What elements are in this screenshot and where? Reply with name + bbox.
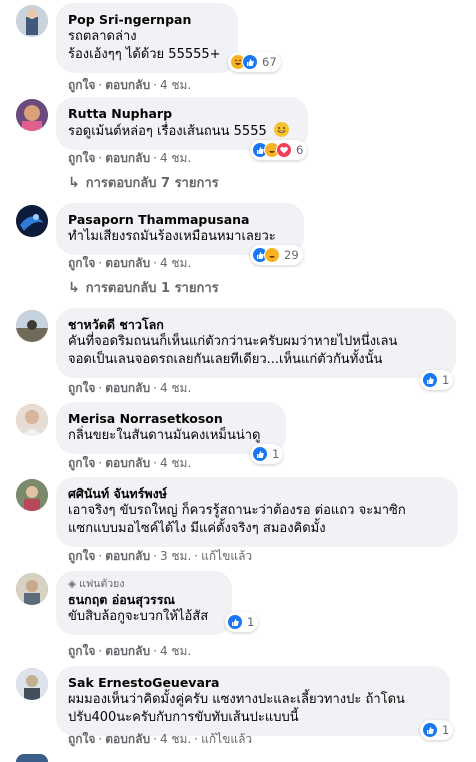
like-button[interactable]: ถูกใจ <box>68 456 95 470</box>
view-replies-link[interactable]: ↳ การตอบกลับ 1 รายการ <box>68 279 219 298</box>
reply-button[interactable]: ตอบกลับ <box>105 549 150 563</box>
comment-bubble: ศศินันท์ จันทร์พงษ์ เอาจริงๆ ขับรถใหญ่ ก… <box>56 477 458 547</box>
comment-actions: ถูกใจ · ตอบกลับ · 4 ชม. <box>68 381 192 395</box>
view-replies-link[interactable]: ↳ การตอบกลับ 7 รายการ <box>68 174 219 193</box>
avatar[interactable] <box>16 404 48 436</box>
reaction-count: 1 <box>442 723 450 737</box>
like-button[interactable]: ถูกใจ <box>68 151 95 165</box>
reply-button[interactable]: ตอบกลับ <box>105 381 150 395</box>
comment-author[interactable]: Sak ErnestoGeuevara <box>68 674 438 691</box>
like-button[interactable]: ถูกใจ <box>68 549 95 563</box>
like-button[interactable]: ถูกใจ <box>68 732 95 746</box>
comment-author[interactable]: Rutta Nupharp <box>68 105 296 122</box>
reply-button[interactable]: ตอบกลับ <box>105 644 150 658</box>
comment-author[interactable]: ศศินันท์ จันทร์พงษ์ <box>68 485 446 502</box>
comment-text-line: เอาจริงๆ ขับรถใหญ่ ก็ควรรู้สถานะว่าต้องร… <box>68 503 406 518</box>
reaction-count: 1 <box>272 447 280 461</box>
comment-text-line: ผมมองเห็นว่าคิดมั้งคู่ครับ แซงทางปะและเล… <box>68 692 405 707</box>
comment-text-line: จอดเป็นเลนจอดรถเลยกันเลยทีเดียว...เห็นแก… <box>68 352 383 367</box>
timestamp[interactable]: 4 ชม. <box>160 256 191 270</box>
timestamp[interactable]: 4 ชม. <box>160 644 191 658</box>
avatar[interactable] <box>16 5 48 37</box>
reaction-count: 67 <box>262 55 277 69</box>
like-icon <box>422 372 438 388</box>
avatar[interactable] <box>16 99 48 131</box>
comment-actions: ถูกใจ · ตอบกลับ · 4 ชม. · แก้ไขแล้ว <box>68 732 253 746</box>
reply-button[interactable]: ตอบกลับ <box>105 151 150 165</box>
timestamp[interactable]: 4 ชม. <box>160 732 191 746</box>
reaction-summary[interactable]: 67 <box>228 52 281 72</box>
reaction-summary[interactable]: 1 <box>250 444 284 464</box>
diamond-icon: ◈ <box>68 578 77 590</box>
comment-bubble: Pop Sri-ngernpan รถตลาดล่าง ร้องเอ้งๆๆ ไ… <box>56 3 238 73</box>
like-button[interactable]: ถูกใจ <box>68 256 95 270</box>
comment-bubble: Merisa Norrasetkoson กลิ่นขยะในสันดานมัน… <box>56 402 286 454</box>
avatar[interactable] <box>16 205 48 237</box>
like-icon <box>242 54 258 70</box>
timestamp[interactable]: 4 ชม. <box>160 381 191 395</box>
comment-text-line: กลิ่นขยะในสันดานมันคงเหม็นน่าดู <box>68 428 261 443</box>
comment-text-line: ขับสิบล้อกูจะบวกให้ไอ้สัส <box>68 609 209 624</box>
love-icon <box>276 142 292 158</box>
edited-label[interactable]: แก้ไขแล้ว <box>201 549 252 563</box>
reaction-summary[interactable]: 6 <box>250 140 308 160</box>
comment-actions: ถูกใจ · ตอบกลับ · 3 ชม. · แก้ไขแล้ว <box>68 549 253 563</box>
edited-label[interactable]: แก้ไขแล้ว <box>201 732 252 746</box>
like-icon <box>422 722 438 738</box>
like-icon <box>252 446 268 462</box>
reply-button[interactable]: ตอบกลับ <box>105 78 150 92</box>
like-button[interactable]: ถูกใจ <box>68 644 95 658</box>
comment-author[interactable]: Merisa Norrasetkoson <box>68 410 274 427</box>
avatar[interactable] <box>16 573 48 605</box>
reaction-summary[interactable]: 29 <box>250 245 303 265</box>
comment-actions: ถูกใจ · ตอบกลับ · 4 ชม. <box>68 644 192 658</box>
reaction-summary[interactable]: 1 <box>420 370 454 390</box>
avatar[interactable] <box>16 479 48 511</box>
like-button[interactable]: ถูกใจ <box>68 78 95 92</box>
timestamp[interactable]: 4 ชม. <box>160 78 191 92</box>
comment-author[interactable]: Pasaporn Thammapusana <box>68 211 292 228</box>
haha-icon <box>264 247 280 263</box>
like-button[interactable]: ถูกใจ <box>68 381 95 395</box>
timestamp[interactable]: 4 ชม. <box>160 151 191 165</box>
reply-arrow-icon: ↳ <box>68 175 80 191</box>
comment-text-line: คันที่จอดริมถนนก็เห็นแก่ตัวกว่านะครับผมว… <box>68 334 398 349</box>
comment-author[interactable]: ธนกฤต อ่อนสุวรรณ <box>68 591 220 608</box>
comment-text-line: ทำไมเสียงรถมันร้องเหมือนหมาเลยวะ <box>68 229 276 244</box>
like-icon <box>227 614 243 630</box>
reply-button[interactable]: ตอบกลับ <box>105 456 150 470</box>
comment-text-line: ร้องเอ้งๆๆ ได้ด้วย 55555+ <box>68 47 221 62</box>
comment-text-line: แซกแบบมอไซค์ได้ไง มีแค่ตั้งจริงๆ สมองคิด… <box>68 521 326 536</box>
reaction-summary[interactable]: 1 <box>225 612 259 632</box>
reaction-count: 29 <box>284 248 299 262</box>
comment-actions: ถูกใจ · ตอบกลับ · 4 ชม. <box>68 151 192 165</box>
comment-actions: ถูกใจ · ตอบกลับ · 4 ชม. <box>68 78 192 92</box>
reply-arrow-icon: ↳ <box>68 280 80 296</box>
reaction-count: 6 <box>296 143 304 157</box>
reply-button[interactable]: ตอบกลับ <box>105 256 150 270</box>
comment-text-line: รถตลาดล่าง <box>68 29 137 44</box>
reaction-count: 1 <box>442 373 450 387</box>
fan-badge[interactable]: ◈ แฟนตัวยง <box>68 577 220 591</box>
grin-emoji-icon <box>273 122 289 137</box>
avatar[interactable] <box>16 668 48 700</box>
timestamp[interactable]: 3 ชม. <box>160 549 191 563</box>
comment-bubble: ◈ แฟนตัวยง ธนกฤต อ่อนสุวรรณ ขับสิบล้อกูจะ… <box>56 571 232 635</box>
reaction-summary[interactable]: 1 <box>420 720 454 740</box>
avatar[interactable] <box>16 754 48 762</box>
timestamp[interactable]: 4 ชม. <box>160 456 191 470</box>
comment-author[interactable]: ชาหวัดดี ชาวโลก <box>68 316 444 333</box>
reply-button[interactable]: ตอบกลับ <box>105 732 150 746</box>
comment-actions: ถูกใจ · ตอบกลับ · 4 ชม. <box>68 456 192 470</box>
comment-text-line: รอดูเม้นต์หล่อๆ เรื่องเส้นถนน 5555 <box>68 122 296 141</box>
comment-bubble: Sak ErnestoGeuevara ผมมองเห็นว่าคิดมั้งค… <box>56 666 450 736</box>
reaction-count: 1 <box>247 615 255 629</box>
avatar[interactable] <box>16 310 48 342</box>
comment-text-line: ปรับ400นะครับกับการขับทับเส้นปะแบบนี้ <box>68 710 299 725</box>
comment-bubble: ชาหวัดดี ชาวโลก คันที่จอดริมถนนก็เห็นแก่… <box>56 308 456 378</box>
comment-actions: ถูกใจ · ตอบกลับ · 4 ชม. <box>68 256 192 270</box>
comment-author[interactable]: Pop Sri-ngernpan <box>68 11 226 28</box>
